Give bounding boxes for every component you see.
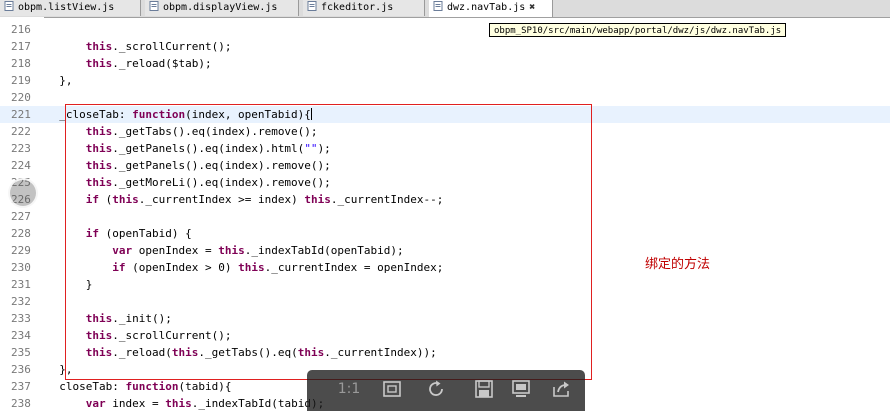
line-number: 229: [11, 244, 31, 257]
copy-button[interactable]: [508, 378, 534, 400]
editor-tab-bar: obpm.listView.js obpm.displayView.js fck…: [0, 0, 890, 18]
tab-label: obpm.listView.js: [18, 2, 115, 13]
js-file-icon: [433, 1, 443, 11]
js-file-icon: [4, 1, 14, 11]
code-token: (tabid){: [178, 380, 232, 393]
code-token: },: [46, 74, 73, 87]
tab-obpm-listview[interactable]: obpm.listView.js: [0, 0, 141, 16]
code-line[interactable]: 217 this._scrollCurrent();: [0, 38, 890, 55]
code-text: this._scrollCurrent();: [46, 38, 232, 55]
highlight-box: [65, 104, 592, 380]
js-file-icon: [149, 1, 159, 11]
line-number: 232: [11, 295, 31, 308]
code-token: closeTab:: [46, 380, 126, 393]
line-number: 231: [11, 278, 31, 291]
line-number: 222: [11, 125, 31, 138]
fit-window-icon: [383, 381, 401, 397]
tab-label: dwz.navTab.js: [447, 2, 526, 13]
tab-dwz-navtab[interactable]: dwz.navTab.js ✖: [429, 0, 553, 17]
code-token: ._scrollCurrent();: [112, 40, 232, 53]
circle-overlay-icon: [8, 178, 38, 208]
fit-window-button[interactable]: [379, 378, 405, 400]
code-token: ._indexTabId(tabid);: [191, 397, 325, 410]
line-number: 238: [11, 397, 31, 410]
line-number: 230: [11, 261, 31, 274]
js-file-icon: [307, 1, 317, 11]
line-number: 219: [11, 74, 31, 87]
line-number: 217: [11, 40, 31, 53]
code-text: },: [46, 72, 73, 89]
keyword-token: this: [165, 397, 192, 410]
save-button[interactable]: [471, 378, 497, 400]
code-text: this._reload($tab);: [46, 55, 212, 72]
line-number: 228: [11, 227, 31, 240]
keyword-token: function: [125, 380, 179, 393]
tab-label: obpm.displayView.js: [163, 2, 278, 13]
tab-fckeditor[interactable]: fckeditor.js: [303, 0, 425, 16]
image-viewer-toolbar: 1:1: [307, 370, 585, 411]
rotate-button[interactable]: [423, 378, 449, 400]
tab-label: fckeditor.js: [321, 2, 394, 13]
line-number: 216: [11, 23, 31, 36]
line-number: 224: [11, 159, 31, 172]
actual-size-button[interactable]: 1:1: [334, 378, 364, 400]
code-token: ._reload($tab);: [112, 57, 212, 70]
line-number: 236: [11, 363, 31, 376]
code-line[interactable]: 219 },: [0, 72, 890, 89]
close-icon[interactable]: ✖: [529, 2, 535, 13]
share-button[interactable]: [548, 378, 574, 400]
line-number: 218: [11, 57, 31, 70]
ratio-label: 1:1: [337, 381, 361, 397]
annotation-label: 绑定的方法: [645, 257, 711, 272]
line-number: 220: [11, 91, 31, 104]
keyword-token: this: [85, 40, 113, 53]
keyword-token: this: [85, 57, 113, 70]
monitor-icon: [512, 380, 530, 397]
line-number: 234: [11, 329, 31, 342]
code-text: closeTab: function(tabid){: [46, 378, 231, 395]
line-number: 227: [11, 210, 31, 223]
code-text: var index = this._indexTabId(tabid);: [46, 395, 324, 412]
file-path-tooltip: obpm_SP10/src/main/webapp/portal/dwz/js/…: [489, 23, 787, 37]
share-icon: [553, 381, 569, 397]
code-token: index =: [105, 397, 166, 410]
rotate-icon: [429, 380, 443, 396]
line-number: 221: [11, 108, 31, 121]
line-number: 235: [11, 346, 31, 359]
line-number: 233: [11, 312, 31, 325]
code-line[interactable]: 218 this._reload($tab);: [0, 55, 890, 72]
tab-obpm-displayview[interactable]: obpm.displayView.js: [145, 0, 299, 16]
line-number: 237: [11, 380, 31, 393]
save-icon: [475, 380, 493, 398]
keyword-token: var: [85, 397, 106, 410]
line-number: 223: [11, 142, 31, 155]
